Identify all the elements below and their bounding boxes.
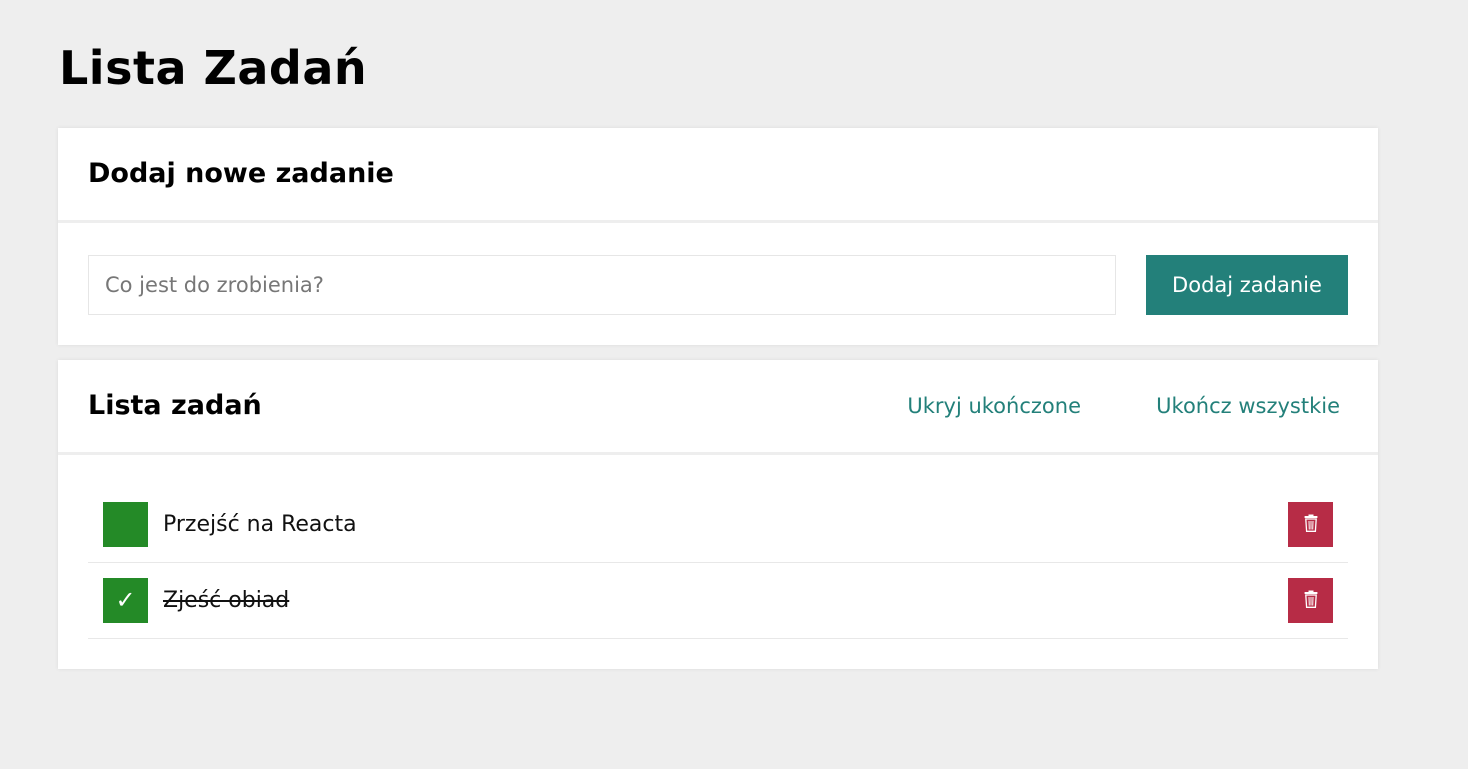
app-page: Lista Zadań Dodaj nowe zadanie Dodaj zad… [0, 0, 1468, 769]
task-list: Przejść na Reacta ✓ Zjeść obiad [88, 487, 1348, 639]
new-task-input[interactable] [88, 255, 1116, 315]
add-task-button[interactable]: Dodaj zadanie [1146, 255, 1348, 315]
task-toggle-button[interactable] [103, 502, 148, 547]
check-icon[interactable]: ✓ [103, 578, 148, 623]
add-task-heading: Dodaj nowe zadanie [88, 158, 394, 189]
task-list-heading: Lista zadań [88, 390, 262, 421]
delete-task-button[interactable] [1288, 502, 1333, 547]
task-item: ✓ Zjeść obiad [88, 563, 1348, 639]
task-text: Zjeść obiad [163, 588, 290, 613]
task-list-header: Lista zadań Ukryj ukończone Ukończ wszys… [58, 360, 1378, 455]
task-item: Przejść na Reacta [88, 487, 1348, 563]
task-text: Przejść na Reacta [163, 512, 357, 537]
page-title: Lista Zadań [59, 41, 368, 95]
complete-all-button[interactable]: Ukończ wszystkie [1156, 390, 1340, 422]
task-list-card: Lista zadań Ukryj ukończone Ukończ wszys… [58, 360, 1378, 669]
add-task-header: Dodaj nowe zadanie [58, 128, 1378, 223]
trash-icon [1304, 514, 1318, 535]
hide-completed-button[interactable]: Ukryj ukończone [907, 390, 1081, 422]
trash-icon [1304, 590, 1318, 611]
add-task-card: Dodaj nowe zadanie Dodaj zadanie [58, 128, 1378, 345]
delete-task-button[interactable] [1288, 578, 1333, 623]
